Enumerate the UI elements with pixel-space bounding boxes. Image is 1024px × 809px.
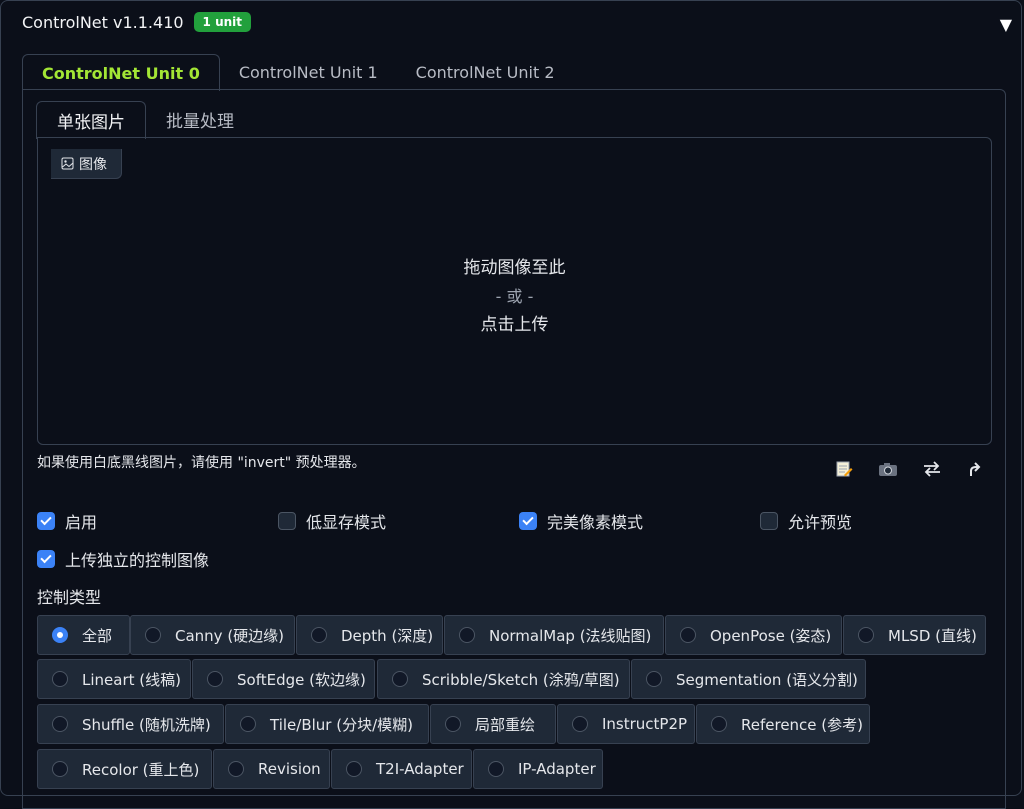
panel-header[interactable]: ControlNet v1.1.410 1 unit xyxy=(22,12,252,32)
control-type-option[interactable]: T2I-Adapter xyxy=(331,749,472,789)
radio-indicator[interactable] xyxy=(488,761,504,777)
control-type-option[interactable]: 局部重绘 xyxy=(430,704,556,744)
image-tools xyxy=(832,457,988,481)
option-label: Lineart (线稿) xyxy=(82,670,181,689)
control-type-option[interactable]: Tile/Blur (分块/模糊) xyxy=(225,704,429,744)
option-label: Revision xyxy=(258,760,321,778)
image-label-text: 图像 xyxy=(79,156,107,173)
image-label: 图像 xyxy=(51,149,122,179)
control-type-option[interactable]: Lineart (线稿) xyxy=(37,659,191,699)
control-type-option[interactable]: OpenPose (姿态) xyxy=(665,615,842,655)
control-type-label: 控制类型 xyxy=(37,588,102,607)
option-label: Recolor (重上色) xyxy=(82,760,200,779)
image-icon xyxy=(61,157,74,169)
low-vram-checkbox[interactable]: 低显存模式 xyxy=(278,509,386,533)
invert-hint: 如果使用白底黑线图片，请使用 "invert" 预处理器。 xyxy=(37,455,366,471)
enable-checkbox[interactable]: 启用 xyxy=(37,509,97,533)
send-dimensions-icon[interactable] xyxy=(964,457,988,481)
radio-indicator[interactable] xyxy=(392,671,408,687)
tab-unit-2[interactable]: ControlNet Unit 2 xyxy=(397,54,574,90)
control-type-option[interactable]: Scribble/Sketch (涂鸦/草图) xyxy=(377,659,630,699)
option-label: Scribble/Sketch (涂鸦/草图) xyxy=(422,670,620,689)
checkbox-label: 低显存模式 xyxy=(306,513,387,532)
control-type-option[interactable]: NormalMap (法线贴图) xyxy=(444,615,664,655)
tab-unit-1[interactable]: ControlNet Unit 1 xyxy=(220,54,397,90)
checkbox-box[interactable] xyxy=(37,512,55,530)
control-type-option[interactable]: Recolor (重上色) xyxy=(37,749,212,789)
radio-indicator[interactable] xyxy=(711,716,727,732)
control-type-option[interactable]: InstructP2P xyxy=(557,704,695,744)
option-label: Depth (深度) xyxy=(341,626,434,645)
allow-preview-checkbox[interactable]: 允许预览 xyxy=(760,509,852,533)
radio-indicator[interactable] xyxy=(52,716,68,732)
swap-icon[interactable] xyxy=(920,457,944,481)
click-upload[interactable]: 点击上传 xyxy=(37,310,992,335)
control-type-option[interactable]: Segmentation (语义分割) xyxy=(631,659,866,699)
edit-icon[interactable] xyxy=(832,457,856,481)
tab-single-image[interactable]: 单张图片 xyxy=(36,101,146,139)
checkbox-box[interactable] xyxy=(760,512,778,530)
upload-independent-checkbox[interactable]: 上传独立的控制图像 xyxy=(37,547,209,571)
checkbox-box[interactable] xyxy=(37,550,55,568)
collapse-icon[interactable]: ▼ xyxy=(1000,15,1012,34)
control-type-option[interactable]: MLSD (直线) xyxy=(843,615,986,655)
control-type-option[interactable]: Revision xyxy=(213,749,330,789)
tab-batch[interactable]: 批量处理 xyxy=(146,101,254,138)
panel-title: ControlNet v1.1.410 xyxy=(22,12,184,32)
control-type-option[interactable]: Reference (参考) xyxy=(696,704,870,744)
radio-indicator[interactable] xyxy=(52,761,68,777)
option-label: 全部 xyxy=(82,626,113,645)
radio-indicator[interactable] xyxy=(207,671,223,687)
radio-indicator[interactable] xyxy=(445,716,461,732)
checkbox-label: 允许预览 xyxy=(788,513,853,532)
option-label: Canny (硬边缘) xyxy=(175,626,285,645)
radio-indicator[interactable] xyxy=(680,627,696,643)
option-label: OpenPose (姿态) xyxy=(710,626,832,645)
option-label: SoftEdge (软边缘) xyxy=(237,670,366,689)
radio-indicator[interactable] xyxy=(228,761,244,777)
pixel-perfect-checkbox[interactable]: 完美像素模式 xyxy=(519,509,643,533)
option-label: InstructP2P xyxy=(602,715,688,733)
checkbox-box[interactable] xyxy=(519,512,537,530)
option-label: Segmentation (语义分割) xyxy=(676,670,858,689)
control-type-option[interactable]: Canny (硬边缘) xyxy=(130,615,295,655)
radio-indicator[interactable] xyxy=(240,716,256,732)
control-type-option[interactable]: Shuffle (随机洗牌) xyxy=(37,704,224,744)
drop-instruction: 拖动图像至此 xyxy=(463,258,566,278)
control-type-option[interactable]: SoftEdge (软边缘) xyxy=(192,659,375,699)
radio-indicator[interactable] xyxy=(646,671,662,687)
radio-indicator[interactable] xyxy=(858,627,874,643)
drop-or: - 或 - xyxy=(495,287,534,306)
option-label: Shuffle (随机洗牌) xyxy=(82,715,211,734)
unit-tabs: ControlNet Unit 0 ControlNet Unit 1 Cont… xyxy=(22,54,574,91)
option-label: Reference (参考) xyxy=(741,715,864,734)
unit-count-badge: 1 unit xyxy=(193,12,252,32)
control-type-option[interactable]: IP-Adapter xyxy=(473,749,603,789)
camera-icon[interactable] xyxy=(876,457,900,481)
control-type-option[interactable]: Depth (深度) xyxy=(296,615,443,655)
option-label: MLSD (直线) xyxy=(888,626,977,645)
option-label: T2I-Adapter xyxy=(376,760,464,778)
option-label: NormalMap (法线贴图) xyxy=(489,626,652,645)
checkbox-label: 启用 xyxy=(65,513,98,532)
checkbox-label: 上传独立的控制图像 xyxy=(65,551,210,570)
checkbox-label: 完美像素模式 xyxy=(547,513,644,532)
radio-indicator[interactable] xyxy=(145,627,161,643)
radio-indicator[interactable] xyxy=(572,716,588,732)
radio-indicator[interactable] xyxy=(52,627,68,643)
radio-indicator[interactable] xyxy=(459,627,475,643)
radio-indicator[interactable] xyxy=(52,671,68,687)
checkbox-box[interactable] xyxy=(278,512,296,530)
option-label: 局部重绘 xyxy=(475,715,536,734)
radio-indicator[interactable] xyxy=(346,761,362,777)
radio-indicator[interactable] xyxy=(311,627,327,643)
tab-unit-0[interactable]: ControlNet Unit 0 xyxy=(22,54,220,91)
control-type-option[interactable]: 全部 xyxy=(37,615,130,655)
option-label: Tile/Blur (分块/模糊) xyxy=(270,715,413,734)
option-label: IP-Adapter xyxy=(518,760,596,778)
image-tabs: 单张图片 批量处理 xyxy=(36,101,254,139)
